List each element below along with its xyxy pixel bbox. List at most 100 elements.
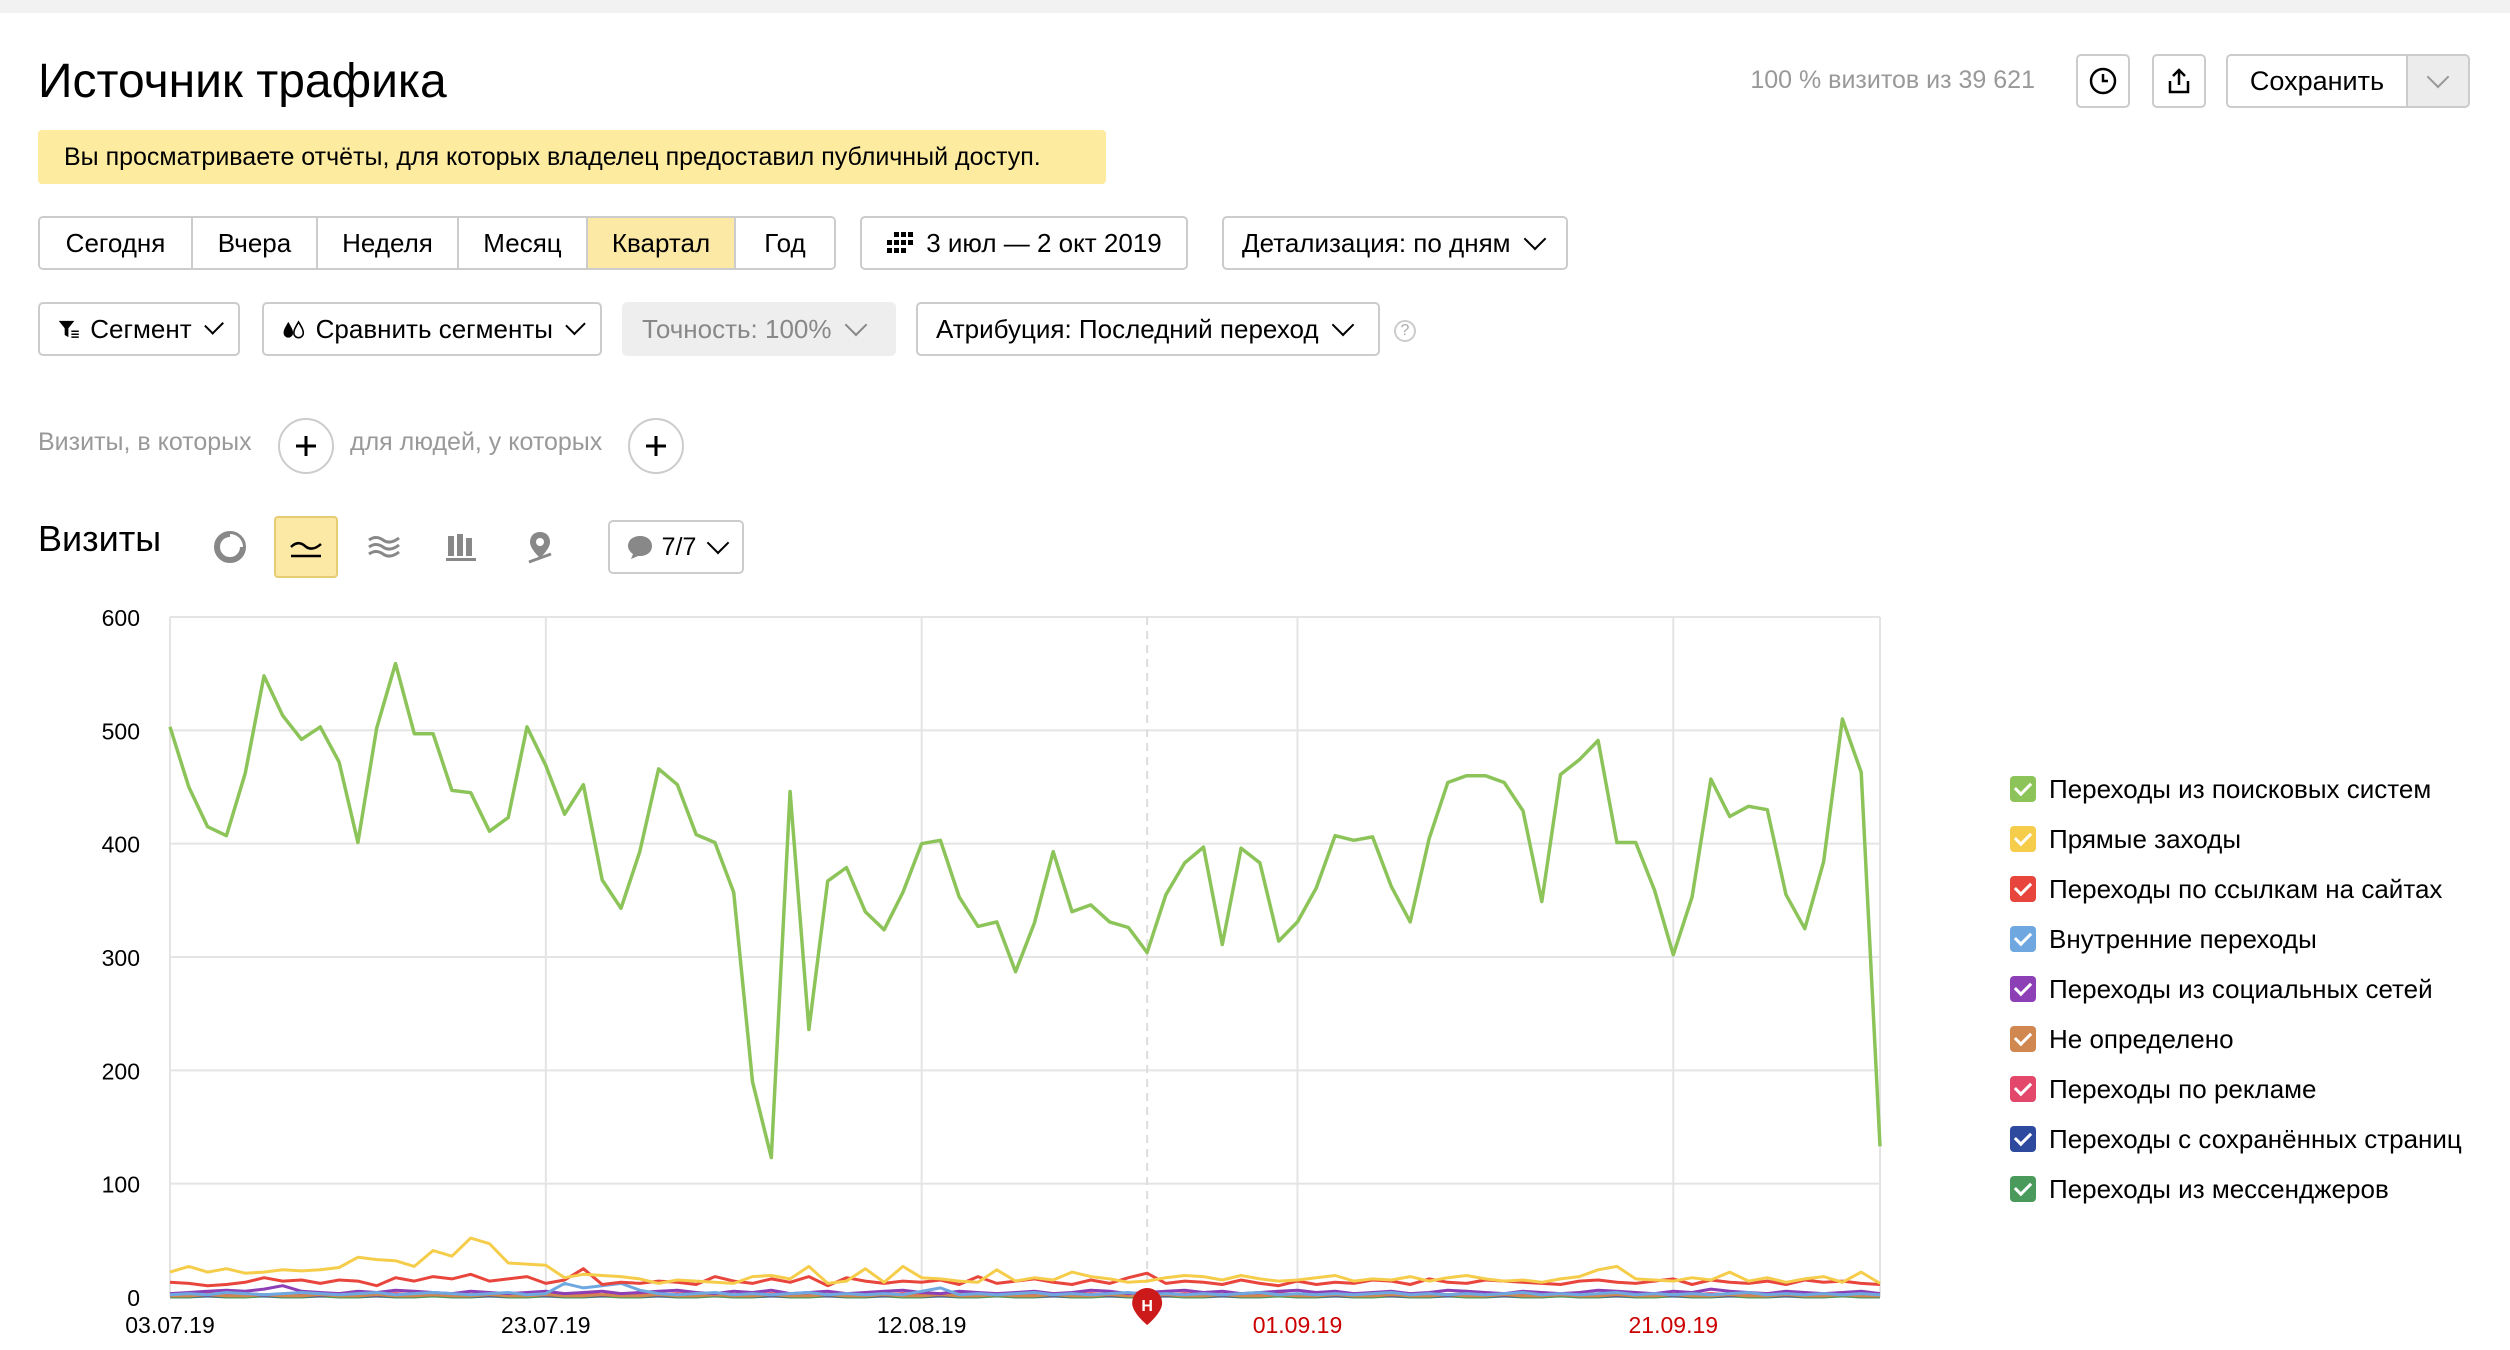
segment-dropdown[interactable]: Сегмент — [38, 302, 240, 356]
legend-item[interactable]: Внутренние переходы — [2010, 914, 2462, 964]
y-tick-label: 400 — [102, 832, 140, 858]
checkbox-icon[interactable] — [2010, 826, 2036, 852]
filter-icon — [58, 320, 79, 338]
legend-label: Не определено — [2049, 1023, 2234, 1054]
save-button-group: Сохранить — [2226, 54, 2470, 108]
checkbox-icon[interactable] — [2010, 876, 2036, 902]
period-month[interactable]: Месяц — [459, 218, 588, 268]
note-marker-label: Н — [1141, 1298, 1153, 1315]
period-quarter[interactable]: Квартал — [588, 218, 736, 268]
public-access-notice: Вы просматриваете отчёты, для которых вл… — [38, 130, 1106, 184]
series-line — [169, 1236, 1881, 1285]
legend-item[interactable]: Переходы с сохранённых страниц — [2010, 1114, 2462, 1164]
period-selector: Сегодня Вчера Неделя Месяц Квартал Год — [38, 216, 836, 270]
legend-label: Переходы из поисковых систем — [2049, 773, 2432, 804]
visits-line-chart: 0 100 200 300 400 500 600 03.07.19 23.07.19 12.08… — [102, 605, 1882, 1338]
y-tick-label: 600 — [102, 605, 140, 631]
top-strip — [0, 0, 2510, 13]
legend-item[interactable]: Прямые заходы — [2010, 814, 2462, 864]
chevron-down-icon — [2426, 65, 2450, 89]
page-title: Источник трафика — [38, 55, 447, 108]
accuracy-label: Точность: 100% — [642, 313, 832, 344]
legend-label: Переходы с сохранённых страниц — [2049, 1123, 2462, 1154]
detail-dropdown[interactable]: Детализация: по дням — [1222, 216, 1568, 270]
pie-chart-icon — [214, 531, 246, 563]
series-line — [168, 661, 1882, 1160]
chevron-down-icon — [1523, 227, 1546, 251]
checkbox-icon[interactable] — [2010, 1026, 2036, 1052]
plus-icon — [296, 436, 316, 456]
checkbox-icon[interactable] — [2010, 926, 2036, 952]
visits-condition-label: Визиты, в которых — [38, 428, 252, 456]
y-tick-label: 300 — [102, 945, 140, 971]
x-tick-label: 01.09.19 — [1253, 1312, 1343, 1338]
y-tick-label: 200 — [102, 1058, 140, 1084]
x-tick-label: 12.08.19 — [877, 1312, 967, 1338]
legend-item[interactable]: Переходы из мессенджеров — [2010, 1164, 2462, 1214]
view-line-button[interactable] — [274, 516, 338, 578]
accuracy-dropdown[interactable]: Точность: 100% — [622, 302, 896, 356]
chevron-down-icon — [203, 314, 224, 336]
legend-item[interactable]: Переходы из социальных сетей — [2010, 964, 2462, 1014]
legend-item[interactable]: Переходы из поисковых систем — [2010, 764, 2462, 814]
notes-dropdown[interactable]: 7/7 — [608, 520, 744, 574]
attribution-label: Атрибуция: Последний переход — [936, 313, 1319, 344]
share-icon — [2168, 68, 2190, 94]
view-bar-button[interactable] — [430, 516, 494, 578]
date-range-picker[interactable]: 3 июл — 2 окт 2019 — [860, 216, 1188, 270]
period-week[interactable]: Неделя — [318, 218, 459, 268]
legend-label: Переходы по рекламе — [2049, 1073, 2317, 1104]
legend-item[interactable]: Не определено — [2010, 1014, 2462, 1064]
checkbox-icon[interactable] — [2010, 1126, 2036, 1152]
chevron-down-icon — [707, 531, 730, 555]
detail-label: Детализация: по дням — [1242, 227, 1511, 258]
date-range-label: 3 июл — 2 окт 2019 — [926, 227, 1162, 258]
view-map-button[interactable] — [508, 516, 572, 578]
compare-segments-dropdown[interactable]: Сравнить сегменты — [262, 302, 602, 356]
x-tick-label: 03.07.19 — [125, 1312, 215, 1338]
x-tick-label: 23.07.19 — [501, 1312, 591, 1338]
help-icon[interactable]: ? — [1394, 320, 1416, 342]
history-button[interactable] — [2076, 54, 2130, 108]
checkbox-icon[interactable] — [2010, 976, 2036, 1002]
attribution-dropdown[interactable]: Атрибуция: Последний переход — [916, 302, 1380, 356]
segment-label: Сегмент — [90, 313, 192, 344]
clock-icon — [2089, 67, 2117, 95]
map-icon — [528, 532, 552, 564]
legend-label: Прямые заходы — [2049, 823, 2242, 854]
export-button[interactable] — [2152, 54, 2206, 108]
legend-item[interactable]: Переходы по ссылкам на сайтах — [2010, 864, 2462, 914]
save-options-button[interactable] — [2408, 54, 2470, 108]
comment-icon — [627, 536, 652, 559]
add-visit-condition-button[interactable] — [278, 418, 334, 474]
line-chart-icon — [290, 542, 322, 558]
plus-icon — [646, 436, 666, 456]
legend-label: Переходы из социальных сетей — [2049, 973, 2433, 1004]
legend-label: Переходы по ссылкам на сайтах — [2049, 873, 2443, 904]
chevron-down-icon — [565, 314, 586, 336]
series-line — [169, 1281, 1881, 1297]
chart-legend: Переходы из поисковых систем Прямые заход… — [2010, 764, 2462, 1214]
period-today[interactable]: Сегодня — [40, 218, 193, 268]
chevron-down-icon — [844, 313, 867, 337]
legend-item[interactable]: Переходы по рекламе — [2010, 1064, 2462, 1114]
y-tick-label: 100 — [102, 1172, 140, 1198]
checkbox-icon[interactable] — [2010, 1176, 2036, 1202]
y-tick-label: 0 — [127, 1285, 140, 1311]
compare-label: Сравнить сегменты — [315, 313, 553, 344]
period-yesterday[interactable]: Вчера — [193, 218, 318, 268]
add-people-condition-button[interactable] — [628, 418, 684, 474]
checkbox-icon[interactable] — [2010, 1076, 2036, 1102]
y-tick-label: 500 — [102, 718, 140, 744]
period-year[interactable]: Год — [736, 218, 834, 268]
save-button[interactable]: Сохранить — [2226, 54, 2408, 108]
checkbox-icon[interactable] — [2010, 776, 2036, 802]
compare-drops-icon — [283, 320, 305, 339]
view-pie-button[interactable] — [198, 516, 262, 578]
bar-chart-icon — [446, 534, 476, 561]
people-condition-label: для людей, у которых — [350, 428, 603, 456]
view-area-button[interactable] — [352, 516, 416, 578]
legend-label: Внутренние переходы — [2049, 923, 2317, 954]
calendar-icon — [887, 232, 914, 253]
area-chart-icon — [368, 536, 400, 558]
